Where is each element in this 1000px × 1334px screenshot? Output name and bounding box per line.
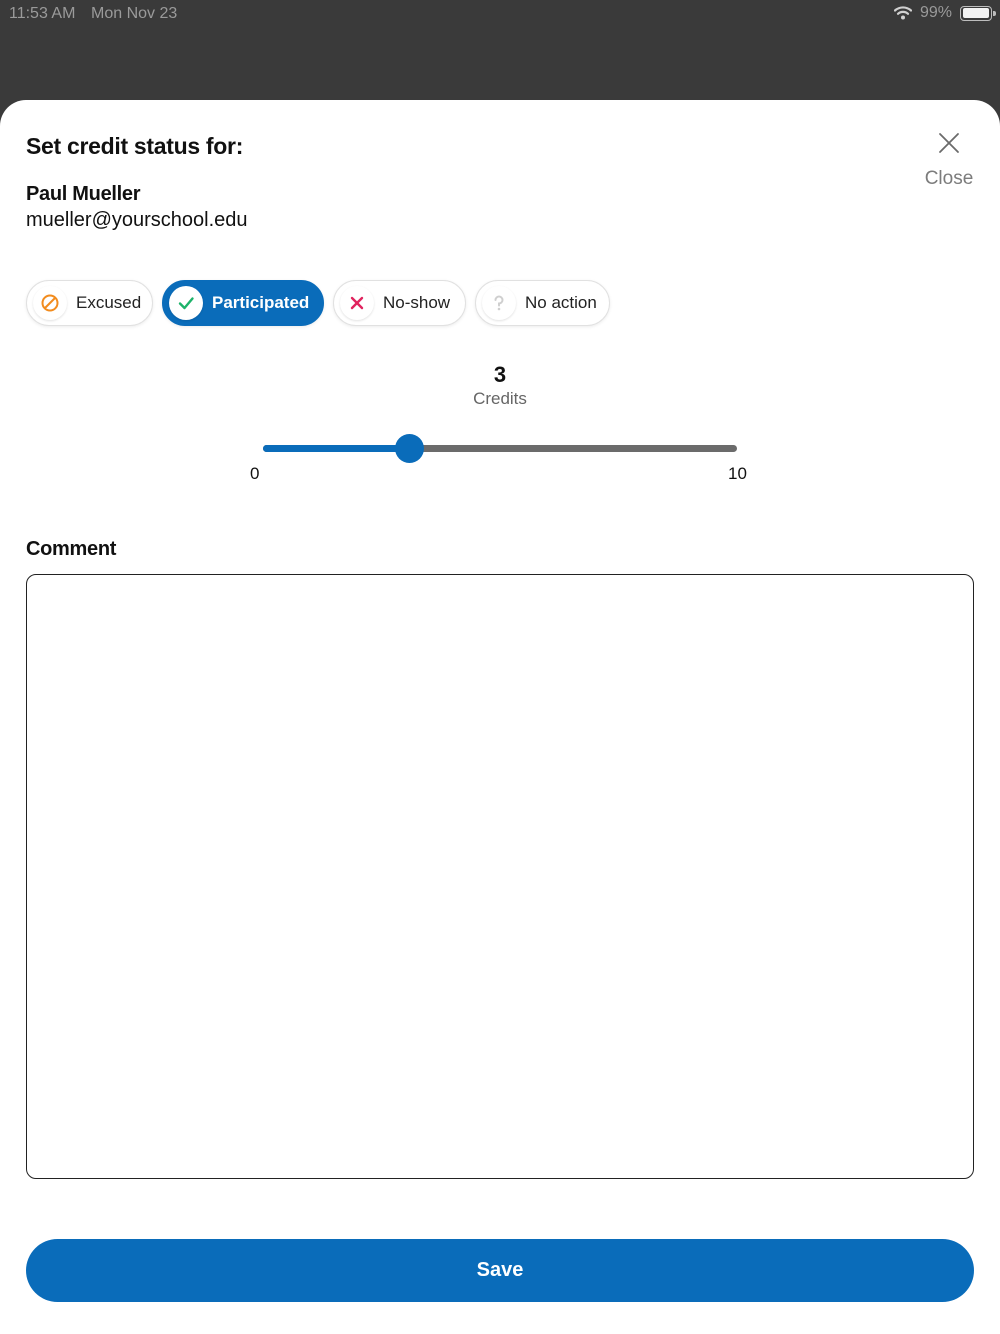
slider-thumb[interactable] [395, 434, 425, 463]
cross-icon [340, 286, 374, 320]
credit-status-sheet: Set credit status for: Close Paul Muelle… [0, 100, 1000, 1334]
chip-label: Participated [212, 293, 310, 312]
close-label: Close [924, 168, 974, 189]
question-icon [482, 286, 516, 320]
save-button[interactable]: Save [26, 1239, 974, 1302]
close-icon [939, 133, 959, 153]
battery-percent: 99% [919, 4, 952, 21]
chip-label: Excused [76, 293, 142, 312]
credits-label: Credits [473, 389, 527, 408]
slider-min-label: 0 [250, 464, 260, 483]
status-date: Mon Nov 23 [91, 5, 178, 22]
credits-slider[interactable] [263, 432, 737, 466]
person-email: mueller@yourschool.edu [26, 209, 248, 231]
wifi-icon [893, 6, 912, 20]
sheet-title: Set credit status for: [26, 133, 244, 159]
status-chip-no-show[interactable]: No-show [333, 280, 466, 326]
status-bar: 11:53 AM Mon Nov 23 99% [0, 0, 1000, 28]
status-chip-no-action[interactable]: No action [475, 280, 610, 326]
close-button[interactable]: Close [918, 128, 980, 194]
person-name: Paul Mueller [26, 183, 141, 205]
excused-icon [33, 286, 67, 320]
status-time: 11:53 AM [9, 5, 76, 22]
credits-value: 3 [493, 362, 507, 387]
check-icon [169, 286, 203, 320]
chip-label: No action [525, 293, 597, 312]
slider-fill [263, 445, 410, 452]
status-chip-participated[interactable]: Participated [162, 280, 324, 326]
comment-input[interactable] [26, 574, 974, 1179]
slider-max-label: 10 [728, 464, 747, 483]
battery-icon [960, 5, 996, 21]
comment-label: Comment [26, 538, 117, 560]
status-indicators: 99% [893, 4, 996, 22]
status-chip-excused[interactable]: Excused [26, 280, 153, 326]
chip-label: No-show [383, 293, 451, 312]
